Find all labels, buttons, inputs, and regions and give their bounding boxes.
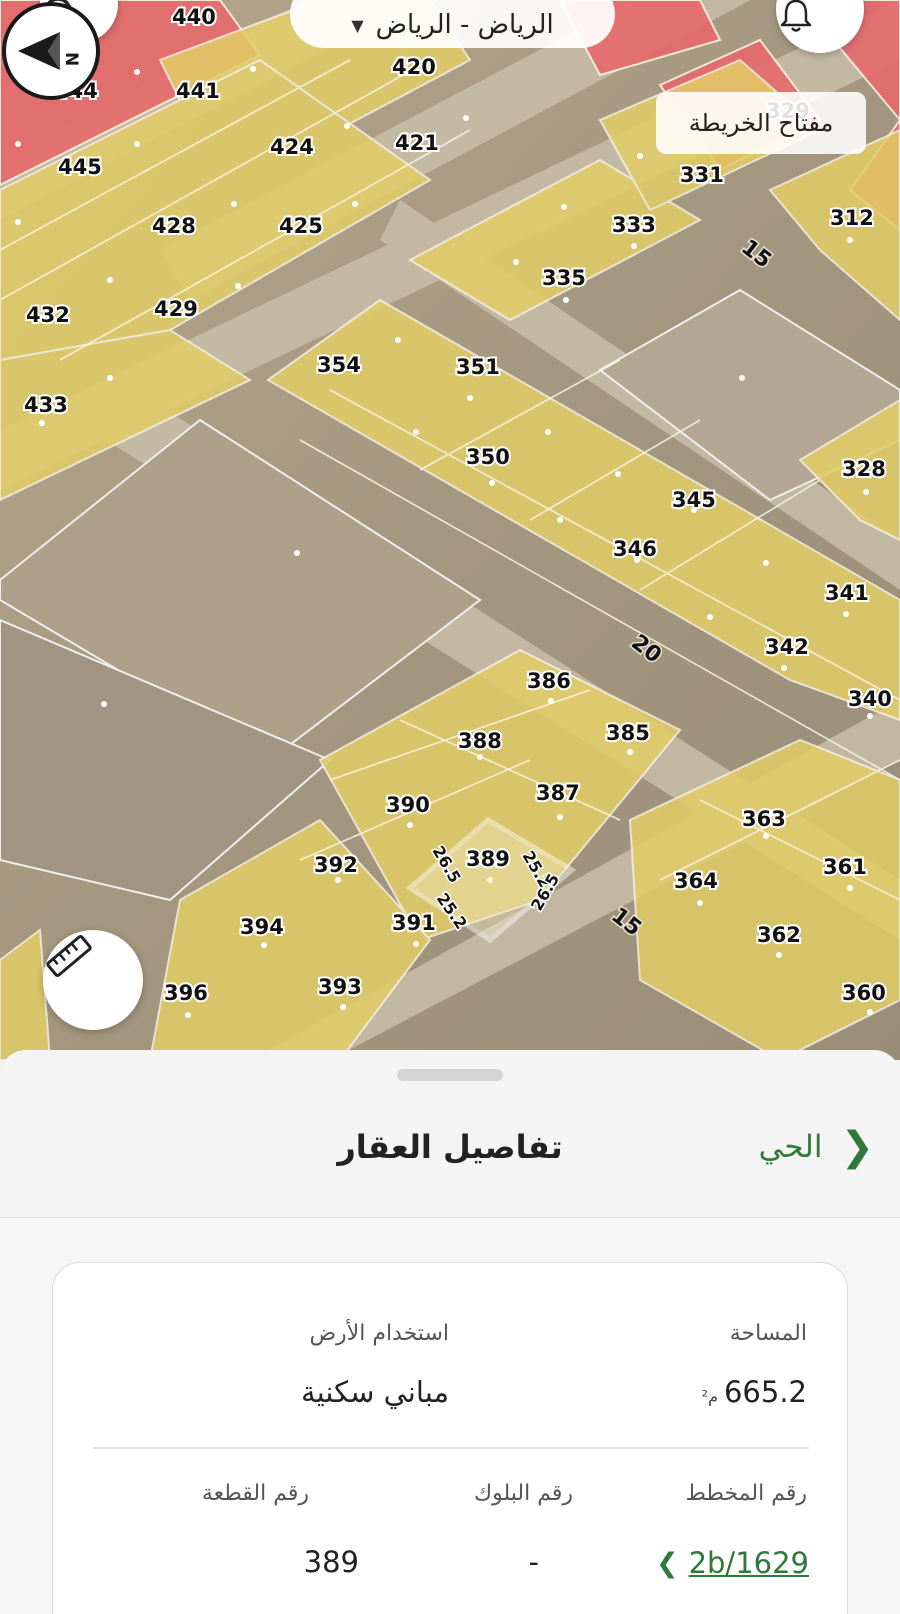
parcel-label: 350 [466, 445, 510, 469]
parcel-number-value: 389 [303, 1545, 359, 1579]
parcel-label: 335 [542, 266, 586, 290]
area-value: 665.2 [723, 1375, 807, 1409]
parcel-label: 440 [172, 5, 216, 29]
parcel-label: 433 [24, 393, 68, 417]
parcel-label: 429 [154, 297, 198, 321]
parcel-label: 393 [318, 975, 362, 999]
parcel-label: 361 [823, 855, 867, 879]
sheet-header: تفاصيل العقار الحي ❯ [0, 1050, 900, 1218]
chevron-down-icon: ▼ [351, 15, 364, 35]
parcel-number-label: رقم القطعة [201, 1481, 309, 1506]
measure-button[interactable] [43, 930, 143, 1030]
parcel-label: 341 [825, 581, 869, 605]
plan-number-label: رقم المخطط [685, 1481, 807, 1506]
location-label: الرياض - الرياض [375, 10, 554, 40]
parcel-label: 363 [742, 807, 786, 831]
parcel-label: 342 [765, 635, 809, 659]
area-value-group: م² 665.2 [702, 1375, 807, 1409]
compass-icon[interactable]: N [0, 0, 102, 102]
parcel-label: 445 [58, 155, 102, 179]
bell-icon [780, 0, 812, 32]
plan-number-link[interactable]: ❮ 2b/1629 [656, 1546, 809, 1580]
parcel-label: 391 [392, 911, 436, 935]
parcel-label: 345 [672, 488, 716, 512]
parcel-label: 331 [680, 163, 724, 187]
map-legend-button[interactable]: مفتاح الخريطة [656, 92, 866, 154]
parcel-label: 346 [613, 537, 657, 561]
map-legend-label: مفتاح الخريطة [688, 109, 834, 137]
parcel-label: 424 [270, 135, 314, 159]
district-back-button[interactable]: الحي ❯ [759, 1124, 874, 1170]
parcel-label: 441 [176, 79, 220, 103]
area-unit: م² [701, 1387, 718, 1406]
parcel-label: 428 [152, 214, 196, 238]
parcel-label: 351 [456, 355, 500, 379]
chevron-right-icon: ❯ [840, 1124, 874, 1170]
card-divider [93, 1447, 809, 1449]
parcel-label: 364 [674, 869, 718, 893]
compass-letter: N [61, 52, 81, 66]
parcel-label: 425 [279, 214, 323, 238]
parcel-label: 387 [536, 781, 580, 805]
parcel-label: 432 [26, 303, 70, 327]
map-canvas[interactable]: 25.2 26.5 25.2 26.5 15 20 15 440 444 441… [0, 0, 900, 1060]
land-use-label: استخدام الأرض [309, 1321, 449, 1346]
parcel-label: 312 [830, 206, 874, 230]
parcel-label: 354 [317, 353, 361, 377]
parcel-label: 386 [527, 669, 571, 693]
plan-number-value: 2b/1629 [688, 1546, 809, 1580]
location-selector[interactable]: الرياض - الرياض ▼ [290, 0, 615, 48]
parcel-label: 389 [466, 847, 510, 871]
parcel-label: 394 [240, 915, 284, 939]
parcel-label: 420 [392, 55, 436, 79]
land-use-value: مباني سكنية [301, 1375, 449, 1409]
district-back-label: الحي [758, 1129, 823, 1165]
property-details-card: المساحة م² 665.2 استخدام الأرض مباني سكن… [52, 1262, 848, 1614]
parcel-label: 362 [757, 923, 801, 947]
parcel-label: 392 [314, 853, 358, 877]
ruler-icon [46, 935, 92, 977]
block-number-label: رقم البلوك [473, 1481, 573, 1506]
parcel-label: 390 [386, 793, 430, 817]
parcel-label: 396 [164, 981, 208, 1005]
map-view[interactable]: 25.2 26.5 25.2 26.5 15 20 15 440 444 441… [0, 0, 900, 1060]
sheet-drag-handle[interactable] [397, 1069, 503, 1081]
parcel-label: 340 [848, 687, 892, 711]
block-number-value: - [528, 1545, 539, 1579]
parcel-label: 388 [458, 729, 502, 753]
parcel-label: 360 [842, 981, 886, 1005]
parcel-label: 328 [842, 457, 886, 481]
area-label: المساحة [729, 1321, 807, 1346]
parcel-label: 385 [606, 721, 650, 745]
parcel-label: 421 [395, 131, 439, 155]
parcel-label: 333 [612, 213, 656, 237]
chevron-left-icon: ❮ [655, 1547, 679, 1579]
